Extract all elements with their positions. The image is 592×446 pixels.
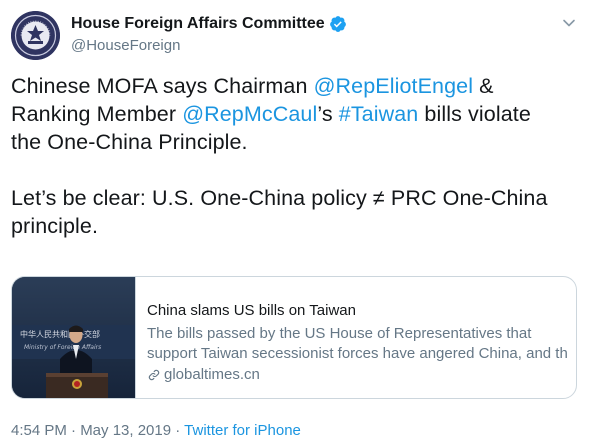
tweet-text: Chinese MOFA says Chairman @RepEliotEnge… [11,72,581,240]
card-domain[interactable]: globaltimes.cn [147,365,567,385]
tweet-line: principle. [11,214,99,238]
press-conference-image: 中华人民共和国外交部 Ministry of Foreign Affairs [12,277,135,398]
link-preview-card[interactable]: 中华人民共和国外交部 Ministry of Foreign Affairs C… [11,276,577,399]
avatar[interactable] [11,11,60,60]
display-name[interactable]: House Foreign Affairs Committee [71,14,325,34]
author-name[interactable]: House Foreign Affairs Committee [71,14,347,34]
chevron-down-icon[interactable] [562,16,576,30]
text-fragment: & [473,74,494,98]
text-fragment: Chinese MOFA says Chairman [11,74,314,98]
mention-link[interactable]: @RepEliotEngel [314,74,473,98]
author-handle[interactable]: @HouseForeign [71,36,347,56]
card-domain-text[interactable]: globaltimes.cn [164,365,260,385]
tweet-source[interactable]: Twitter for iPhone [184,422,301,439]
sign-text: 中华人民共和国外交部 [20,329,100,339]
tweet-line: Let’s be clear: U.S. One-China policy ≠ … [11,186,548,210]
card-text[interactable]: China slams US bills on Taiwan The bills… [147,301,567,385]
tweet-metadata: 4:54 PM · May 13, 2019 · Twitter for iPh… [11,421,301,441]
verified-badge-icon [329,16,346,32]
tweet: House Foreign Affairs Committee @HouseFo… [0,0,592,446]
card-title[interactable]: China slams US bills on Taiwan [147,301,567,321]
text-fragment: ’s [317,102,339,126]
sign-text: Ministry of Foreign Affairs [24,344,101,351]
link-icon [148,369,160,381]
hashtag-link[interactable]: #Taiwan [339,102,419,126]
tweet-author[interactable]: House Foreign Affairs Committee @HouseFo… [71,14,347,56]
tweet-line: Ranking Member @RepMcCaul’s #Taiwan bill… [11,100,581,128]
card-description-line: The bills passed by the US House of Repr… [147,325,532,342]
mention-link[interactable]: @RepMcCaul [182,102,317,126]
card-description: The bills passed by the US House of Repr… [147,324,567,364]
card-description-line: support Taiwan secessionist forces have … [147,345,567,362]
card-thumbnail[interactable]: 中华人民共和国外交部 Ministry of Foreign Affairs [12,277,136,398]
tweet-line: Chinese MOFA says Chairman @RepEliotEnge… [11,72,581,100]
tweet-line: the One-China Principle. [11,130,248,154]
text-fragment: Ranking Member [11,102,183,126]
committee-seal-icon [11,11,60,60]
timestamp[interactable]: 4:54 PM · May 13, 2019 · [11,422,184,439]
text-fragment: bills violate [418,102,531,126]
